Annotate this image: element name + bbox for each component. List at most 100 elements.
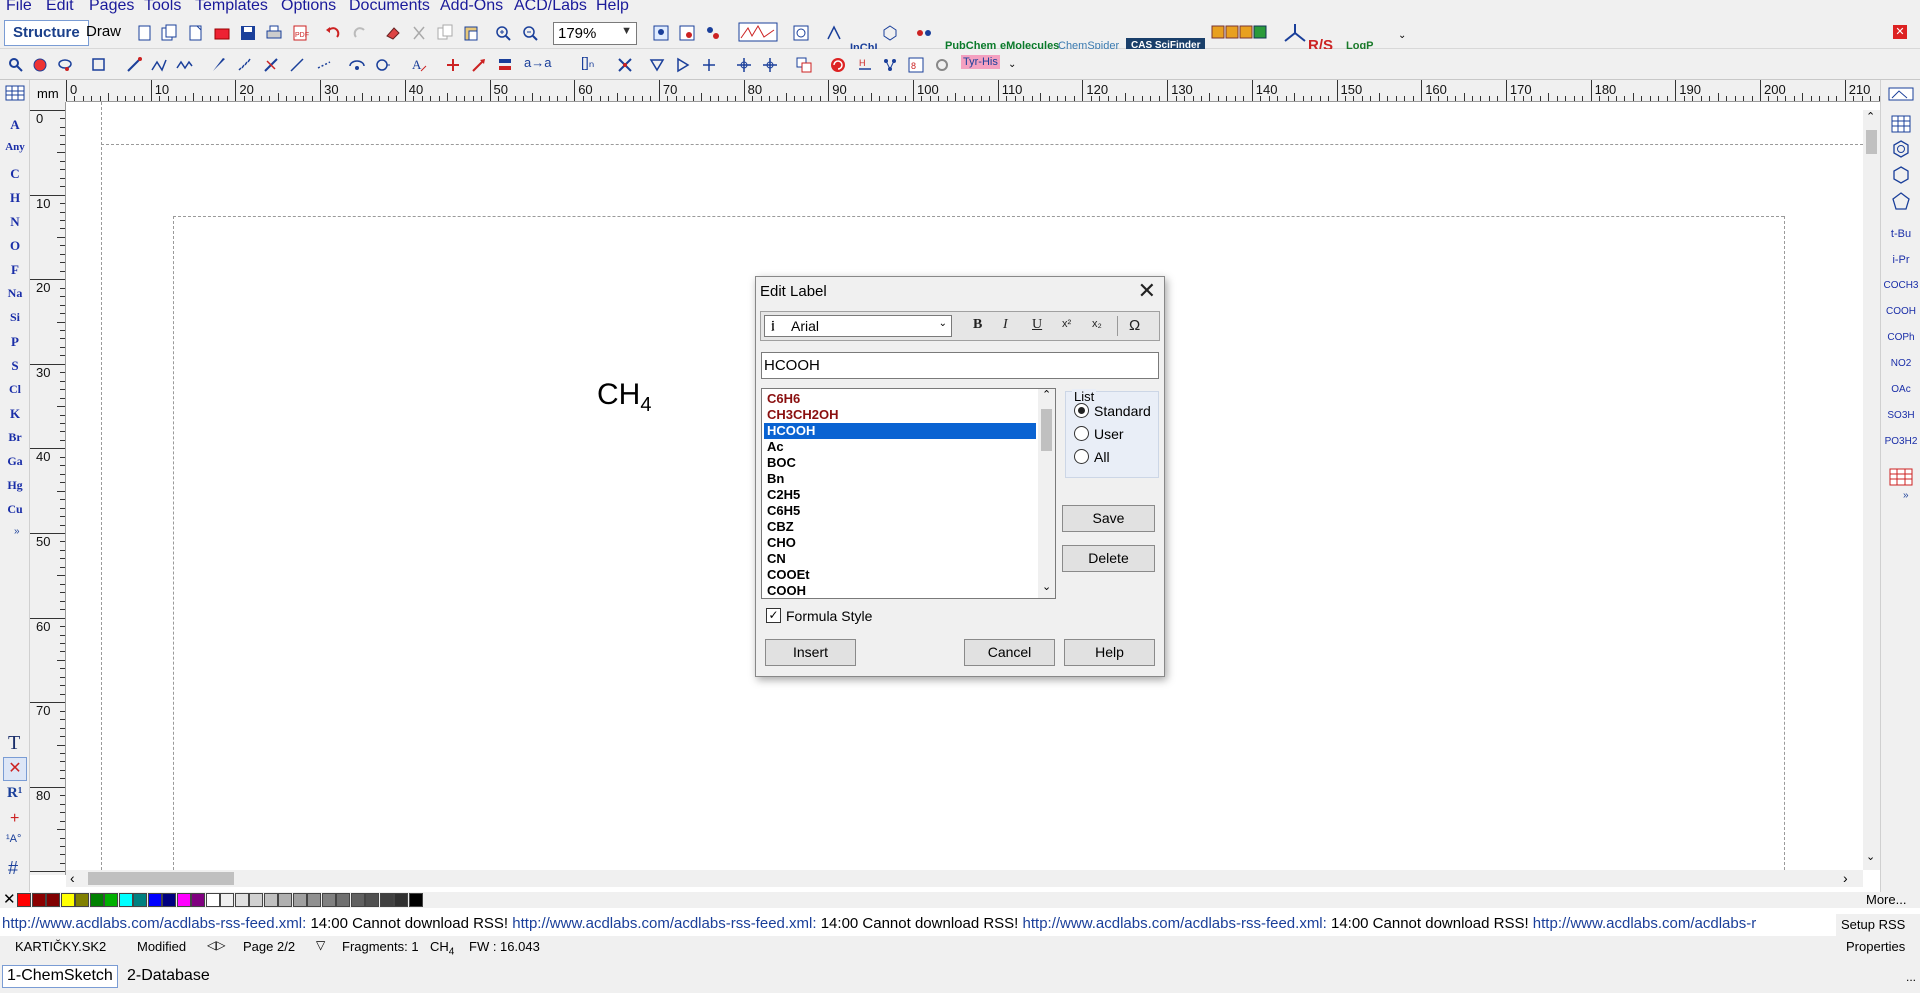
color-swatch[interactable]	[147, 893, 162, 907]
table-of-radicals-icon[interactable]	[1891, 115, 1911, 133]
select-rect-icon[interactable]	[90, 56, 108, 74]
group-oac[interactable]: OAc	[1881, 384, 1920, 395]
element-a[interactable]: A	[0, 117, 30, 133]
group-i-pr[interactable]: i-Pr	[1881, 254, 1920, 266]
color-swatch[interactable]	[118, 893, 133, 907]
select-circle-icon[interactable]	[31, 56, 49, 74]
flip-horizontal-icon[interactable]	[674, 56, 692, 74]
label-list-item[interactable]: COOH	[764, 583, 1036, 598]
label-list-item[interactable]: CHO	[764, 535, 1036, 551]
label-list-item[interactable]: C6H6	[764, 391, 1036, 407]
color-swatch[interactable]	[365, 893, 379, 907]
3d-viewer-icon[interactable]	[652, 24, 670, 42]
color-swatch[interactable]	[394, 893, 408, 907]
setup-rss-button[interactable]: Setup RSS	[1836, 914, 1920, 936]
element-br[interactable]: Br	[0, 430, 30, 445]
element-c[interactable]: C	[0, 166, 30, 182]
benzene-icon[interactable]	[1892, 140, 1910, 158]
color-swatch[interactable]	[60, 893, 75, 907]
color-swatch[interactable]	[321, 893, 336, 907]
radio-all[interactable]	[1074, 449, 1089, 464]
delete-button[interactable]: Delete	[1062, 545, 1155, 572]
open-icon[interactable]	[213, 24, 231, 42]
calculators-icon[interactable]	[1210, 22, 1268, 42]
color-swatch[interactable]	[408, 893, 423, 907]
scroll-down-icon[interactable]: ⌄	[1042, 580, 1051, 593]
spectrum-icon[interactable]	[738, 22, 778, 42]
element-s[interactable]: S	[0, 358, 30, 374]
structure-image-icon[interactable]	[678, 24, 696, 42]
bold-button[interactable]: B	[973, 317, 982, 333]
bond-chain-icon[interactable]	[150, 56, 168, 74]
stereo-icon[interactable]	[1282, 21, 1308, 43]
copy-icon[interactable]	[436, 24, 454, 42]
copy-page-icon[interactable]	[160, 24, 178, 42]
ring-icon[interactable]	[348, 56, 366, 74]
menu-help[interactable]: Help	[596, 0, 629, 15]
element-overflow-icon[interactable]: »	[14, 526, 20, 537]
pdf-icon[interactable]: PDF	[291, 24, 309, 42]
group-cooh[interactable]: COOH	[1881, 306, 1920, 317]
element-h[interactable]: H	[0, 190, 30, 206]
label-list-scroll-thumb[interactable]	[1041, 409, 1052, 451]
toolbar2-overflow-icon[interactable]: ⌄	[1008, 59, 1016, 70]
element-p[interactable]: P	[0, 334, 30, 350]
tab-chemsketch[interactable]: 1-ChemSketch	[2, 965, 118, 988]
text-tool-icon[interactable]: T	[8, 732, 20, 755]
rotate-icon[interactable]	[700, 56, 718, 74]
close-icon[interactable]: ✕	[1138, 278, 1156, 304]
label-list-scrollbar[interactable]: ⌃ ⌄	[1038, 389, 1055, 598]
element-na[interactable]: Na	[0, 286, 30, 301]
color-swatch[interactable]	[205, 893, 220, 907]
element-n[interactable]: N	[0, 214, 30, 230]
refresh-icon[interactable]	[829, 56, 847, 74]
menu-add-ons[interactable]: Add-Ons	[440, 0, 503, 15]
lasso-icon[interactable]	[56, 56, 74, 74]
rss-url-1[interactable]: http://www.acdlabs.com/acdlabs-rss-feed.…	[2, 915, 306, 932]
color-swatch[interactable]	[46, 893, 60, 907]
toolbar-overflow-icon[interactable]: ⌄	[1398, 30, 1406, 41]
menu-pages[interactable]: Pages	[89, 0, 134, 15]
scroll-down-icon[interactable]: ⌄	[1866, 850, 1875, 863]
3d-optimize-icon[interactable]	[792, 24, 810, 42]
arrow-icon[interactable]	[470, 56, 488, 74]
label-list-item[interactable]: CBZ	[764, 519, 1036, 535]
color-swatch[interactable]	[31, 893, 46, 907]
color-swatch[interactable]	[307, 893, 321, 907]
label-list-item[interactable]: COOEt	[764, 567, 1036, 583]
tab-database[interactable]: 2-Database	[125, 966, 212, 986]
bond-zigzag-icon[interactable]	[175, 56, 193, 74]
menu-edit[interactable]: Edit	[46, 0, 74, 15]
redo-icon[interactable]	[351, 24, 369, 42]
color-swatch[interactable]	[292, 893, 307, 907]
undo-icon[interactable]	[324, 24, 342, 42]
label-list-item[interactable]: Bn	[764, 471, 1036, 487]
color-swatch[interactable]	[278, 893, 292, 907]
molecule-icon[interactable]	[704, 24, 722, 42]
move-icon[interactable]	[761, 56, 779, 74]
element-cl[interactable]: Cl	[0, 382, 30, 397]
element-f[interactable]: F	[0, 262, 30, 278]
rgroup-icon[interactable]	[496, 56, 514, 74]
label-list-item[interactable]: HCOOH	[764, 423, 1036, 439]
bond-dashed-icon[interactable]	[315, 56, 333, 74]
label-list-item[interactable]: C2H5	[764, 487, 1036, 503]
color-swatch[interactable]	[176, 893, 191, 907]
element-si[interactable]: Si	[0, 310, 30, 325]
save-button[interactable]: Save	[1062, 505, 1155, 532]
reaction-icon[interactable]	[915, 24, 933, 42]
underline-button[interactable]: U	[1032, 317, 1042, 333]
print-icon[interactable]	[265, 24, 283, 42]
menu-templates[interactable]: Templates	[195, 0, 268, 15]
cyclohexane-icon[interactable]	[1892, 166, 1910, 184]
template-window-icon[interactable]	[1887, 86, 1915, 102]
group-no2[interactable]: NO2	[1881, 358, 1920, 369]
close-document-icon[interactable]: ✕	[1893, 25, 1907, 39]
template-icon[interactable]	[373, 56, 391, 74]
rss-url-4[interactable]: http://www.acdlabs.com/acdlabs-r	[1533, 915, 1756, 932]
new-page-icon[interactable]	[136, 24, 154, 42]
label-list-item[interactable]: CH3CH2OH	[764, 407, 1036, 423]
flip-vertical-icon[interactable]	[648, 56, 666, 74]
label-list-item[interactable]: CN	[764, 551, 1036, 567]
element-k[interactable]: K	[0, 406, 30, 422]
